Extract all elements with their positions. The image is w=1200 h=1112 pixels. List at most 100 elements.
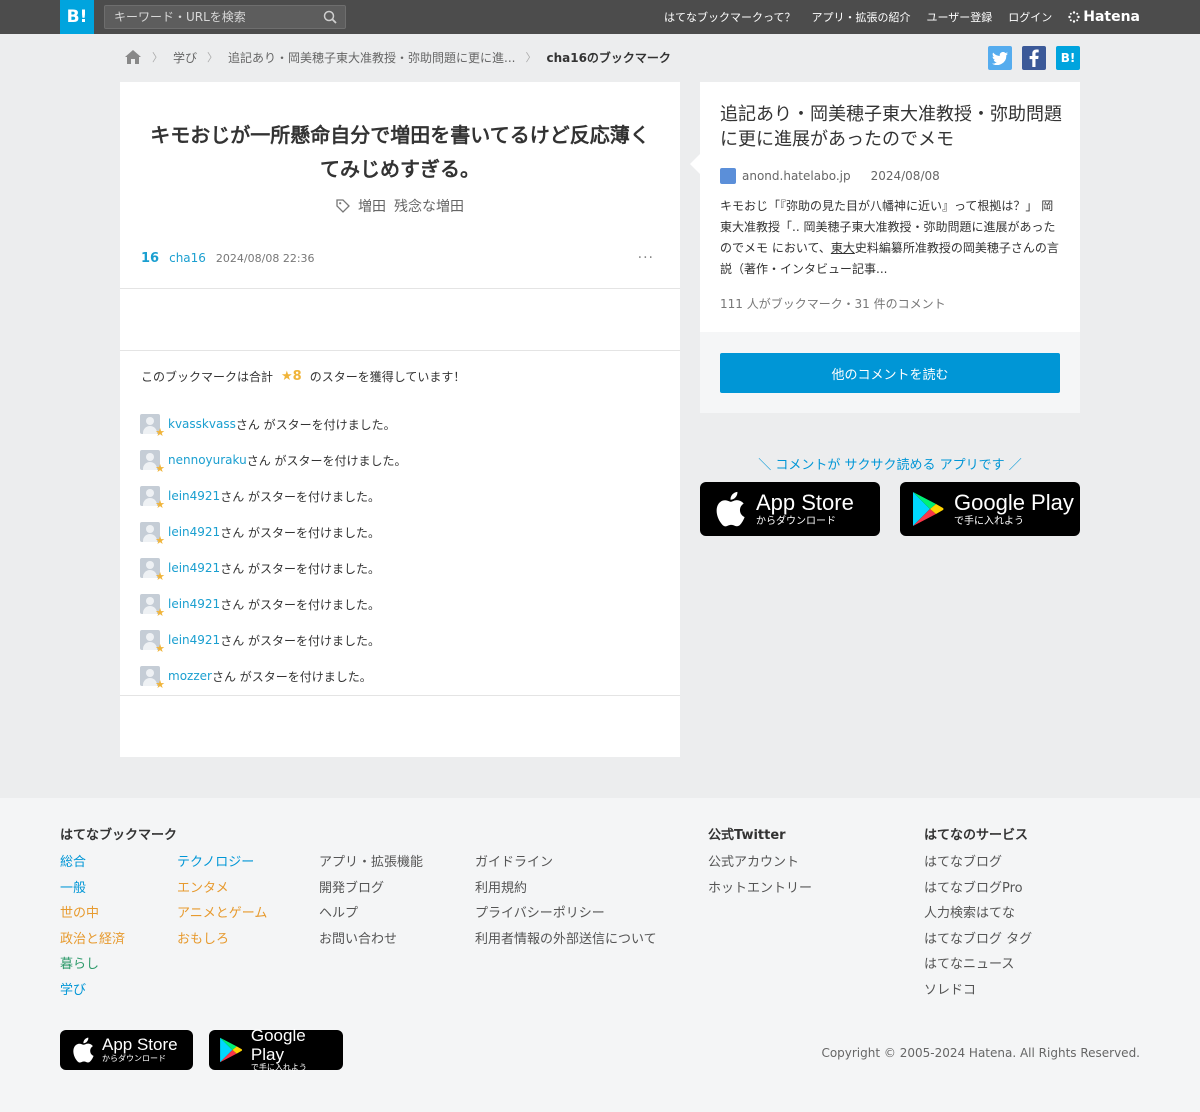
list-item: ★ mozzer さん がスターを付けました。 [140, 658, 660, 694]
site-favicon-icon [720, 168, 736, 184]
star-user-link[interactable]: lein4921 [168, 633, 220, 647]
divider [120, 350, 680, 351]
footer-link[interactable]: 利用規約 [475, 876, 657, 902]
breadcrumb-category[interactable]: 学び [173, 49, 197, 66]
google-play-button[interactable]: Google Play で手に入れよう [900, 482, 1080, 536]
brand-label: Hatena [1083, 9, 1140, 25]
star-icon: ★ [155, 462, 165, 475]
star-user-link[interactable]: mozzer [168, 669, 212, 683]
star-user-link[interactable]: kvasskvass [168, 417, 236, 431]
avatar[interactable]: ★ [140, 558, 165, 582]
bookmark-user[interactable]: cha16 [169, 251, 206, 265]
footer-link[interactable]: はてなブログ タグ [924, 927, 1032, 953]
footer-link[interactable]: アプリ・拡張機能 [319, 850, 423, 876]
copyright: Copyright © 2005-2024 Hatena. All Rights… [821, 1046, 1140, 1060]
global-header: B! はてなブックマークって？ アプリ・拡張の紹介 ユーザー登録 ログイン Ha… [0, 0, 1200, 34]
star-summary-prefix: このブックマークは合計 [141, 370, 274, 384]
star-icon: ★ [155, 426, 165, 439]
nav-login[interactable]: ログイン [1008, 9, 1052, 25]
footer-link[interactable]: 利用者情報の外部送信について [475, 927, 657, 953]
star-row-text: さん がスターを付けました。 [220, 633, 381, 648]
footer-link[interactable]: プライバシーポリシー [475, 901, 657, 927]
footer-link[interactable]: 人力検索はてな [924, 901, 1032, 927]
avatar[interactable]: ★ [140, 486, 165, 510]
star-row-text: さん がスターを付けました。 [220, 561, 381, 576]
footer-link[interactable]: はてなブログPro [924, 876, 1032, 902]
footer-link[interactable]: お問い合わせ [319, 927, 423, 953]
avatar[interactable]: ★ [140, 522, 165, 546]
footer-category-link[interactable]: 政治と経済 [60, 927, 125, 953]
footer-services-heading: はてなのサービス [924, 828, 1029, 843]
more-options-icon[interactable]: ··· [638, 250, 654, 266]
entry-footer: 他のコメントを読む [700, 332, 1080, 413]
footer-twitter-heading: 公式Twitter [708, 828, 786, 843]
star-icon: ★ [155, 498, 165, 511]
twitter-share-icon[interactable] [988, 46, 1012, 70]
apple-icon [716, 491, 745, 527]
app-store-subtitle: からダウンロード [102, 1053, 166, 1063]
nav-about[interactable]: はてなブックマークって？ [664, 9, 795, 25]
footer-link[interactable]: ホットエントリー [708, 876, 812, 902]
tag-link[interactable]: 残念な増田 [394, 196, 464, 216]
footer-category-link[interactable]: 暮らし [60, 952, 125, 978]
tag-link[interactable]: 増田 [358, 196, 386, 216]
footer-category-link[interactable]: エンタメ [177, 876, 267, 902]
hatena-bookmark-logo[interactable]: B! [60, 0, 94, 34]
footer-google-play-button[interactable]: Google Play で手に入れよう [209, 1026, 343, 1072]
footer-category-link[interactable]: アニメとゲーム [177, 901, 267, 927]
star-user-link[interactable]: lein4921 [168, 489, 220, 503]
footer-link[interactable]: はてなニュース [924, 952, 1032, 978]
footer-categories-a: 総合 一般 世の中 政治と経済 暮らし 学び [60, 850, 125, 1004]
star-total: ★8 [281, 369, 302, 384]
star-user-link[interactable]: lein4921 [168, 561, 220, 575]
app-store-button[interactable]: App Store からダウンロード [700, 482, 880, 536]
footer-category-link[interactable]: 学び [60, 978, 125, 1004]
avatar[interactable]: ★ [140, 594, 165, 618]
read-comments-button[interactable]: 他のコメントを読む [720, 353, 1060, 393]
avatar[interactable]: ★ [140, 414, 165, 438]
star-user-link[interactable]: lein4921 [168, 525, 220, 539]
star-icon: ★ [155, 570, 165, 583]
nav-apps[interactable]: アプリ・拡張の紹介 [811, 9, 910, 25]
footer-category-link[interactable]: 総合 [60, 850, 125, 876]
footer-category-link[interactable]: テクノロジー [177, 850, 267, 876]
footer-category-link[interactable]: 一般 [60, 876, 125, 902]
avatar[interactable]: ★ [140, 630, 165, 654]
hatena-bookmark-share-icon[interactable]: B! [1056, 46, 1080, 70]
breadcrumb-current: cha16のブックマーク [546, 50, 671, 65]
entry-card: 追記あり・岡美穂子東大准教授・弥助問題に更に進展があったのでメモ anond.h… [690, 82, 1080, 413]
footer-category-link[interactable]: 世の中 [60, 901, 125, 927]
entry-title[interactable]: 追記あり・岡美穂子東大准教授・弥助問題に更に進展があったのでメモ [720, 102, 1065, 152]
footer-link[interactable]: はてなブログ [924, 850, 1032, 876]
star-user-link[interactable]: nennoyuraku [168, 453, 247, 467]
footer-links-a: アプリ・拡張機能 開発ブログ ヘルプ お問い合わせ [319, 850, 423, 952]
entry-stats[interactable]: 111 人がブックマーク・31 件のコメント [720, 295, 946, 312]
search-input[interactable] [105, 6, 315, 28]
share-buttons: B! [988, 46, 1080, 70]
breadcrumb-entry[interactable]: 追記あり・岡美穂子東大准教授・弥助問題に更に進... [228, 49, 515, 66]
footer-category-link[interactable]: おもしろ [177, 927, 267, 953]
summary-keyword-link[interactable]: 東大 [831, 241, 855, 255]
footer-link[interactable]: ソレドコ [924, 978, 1032, 1004]
avatar[interactable]: ★ [140, 450, 165, 474]
hatena-brand-link[interactable]: Hatena [1068, 9, 1140, 25]
search-icon[interactable] [323, 10, 337, 24]
avatar[interactable]: ★ [140, 666, 165, 690]
star-row-text: さん がスターを付けました。 [220, 597, 381, 612]
footer-link[interactable]: ヘルプ [319, 901, 423, 927]
home-icon[interactable] [124, 49, 142, 65]
entry-domain[interactable]: anond.hatelabo.jp [742, 169, 851, 183]
footer-twitter-links: 公式アカウント ホットエントリー [708, 850, 812, 901]
footer-link[interactable]: 開発ブログ [319, 876, 423, 902]
nav-register[interactable]: ユーザー登録 [926, 9, 992, 25]
footer-link[interactable]: ガイドライン [475, 850, 657, 876]
app-store-title: App Store [756, 490, 854, 516]
google-play-icon [220, 1037, 243, 1063]
facebook-share-icon[interactable] [1022, 46, 1046, 70]
bookmark-count[interactable]: 16 [141, 251, 159, 266]
footer-categories-b: テクノロジー エンタメ アニメとゲーム おもしろ [177, 850, 267, 952]
bookmark-timestamp[interactable]: 2024/08/08 22:36 [216, 252, 315, 265]
footer-link[interactable]: 公式アカウント [708, 850, 812, 876]
star-user-link[interactable]: lein4921 [168, 597, 220, 611]
footer-app-store-button[interactable]: App Store からダウンロード [60, 1030, 193, 1070]
